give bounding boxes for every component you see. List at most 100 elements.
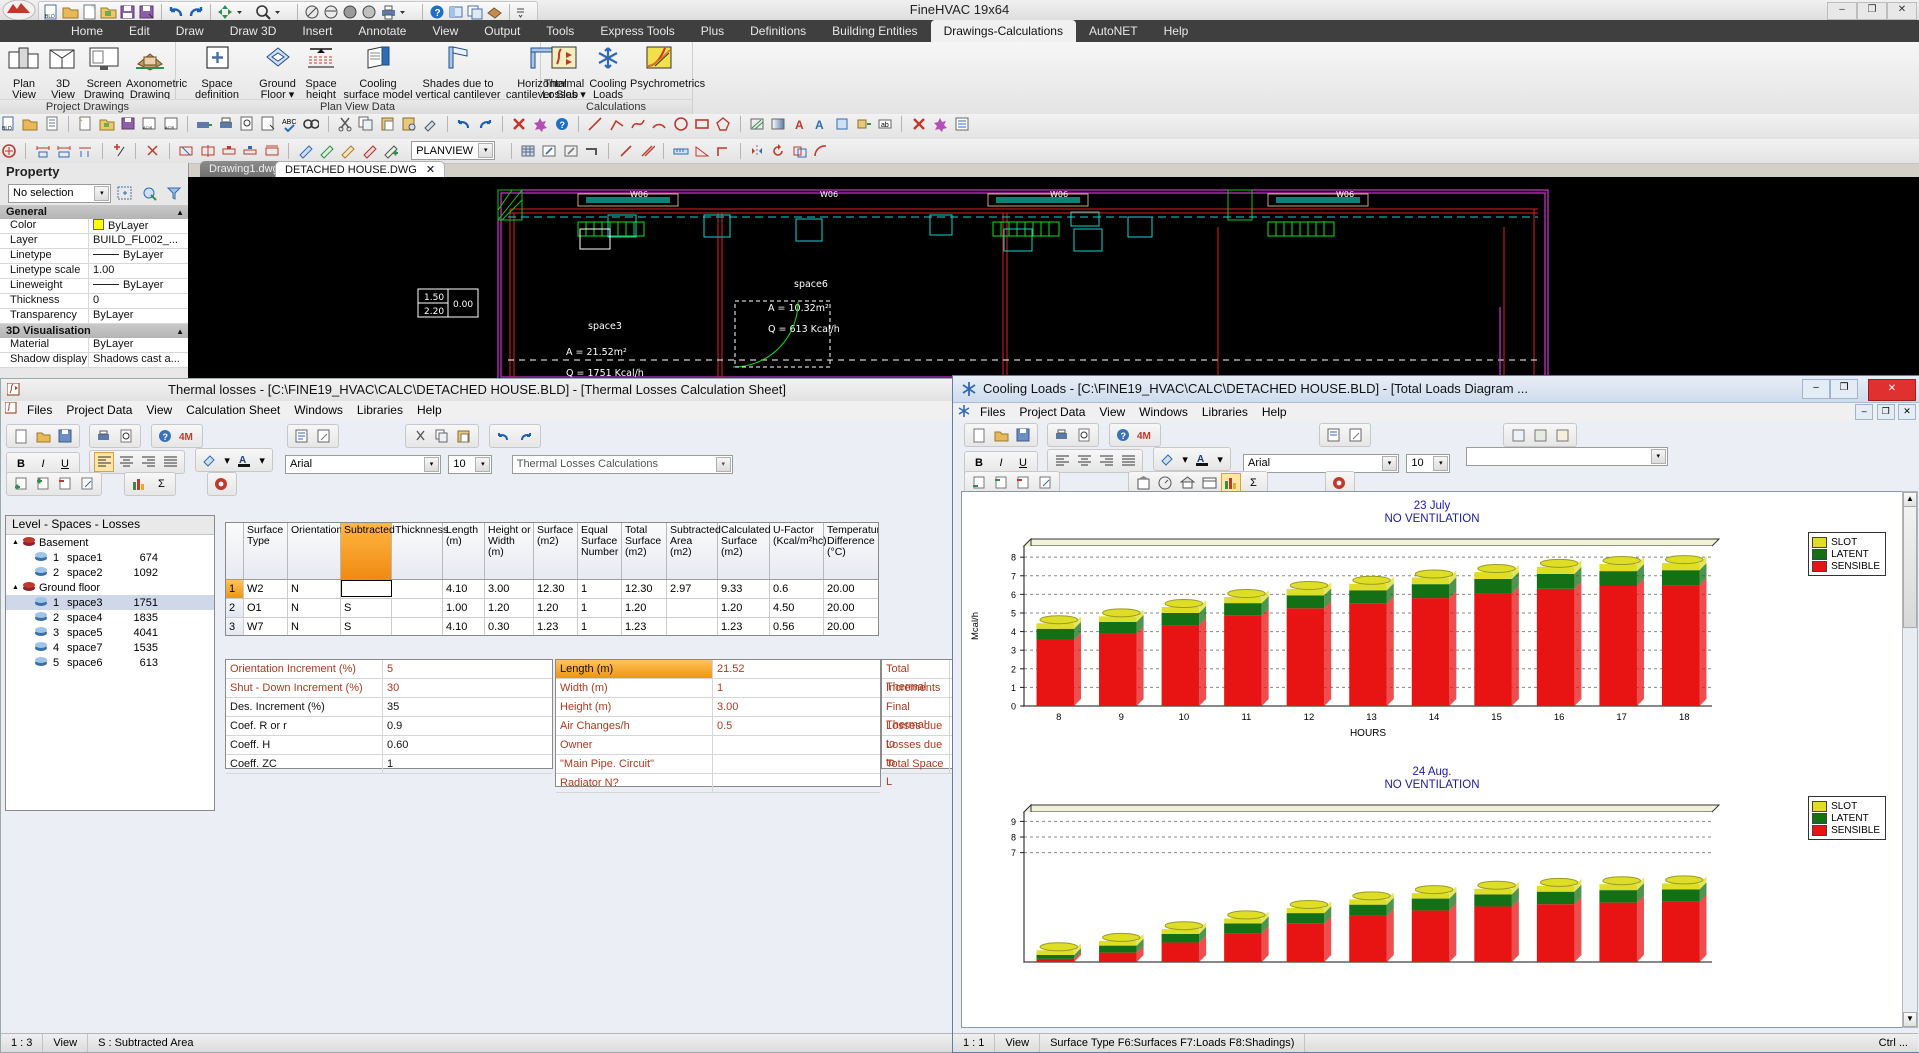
tl-print-preview-icon[interactable] [116,426,136,446]
form-value[interactable] [713,736,880,754]
form-value[interactable]: 35 [383,698,552,716]
ribbon-tab-insert[interactable]: Insert [289,20,345,42]
arc-icon[interactable] [651,116,667,132]
tl-menu-files[interactable]: Files [20,401,59,419]
form-coefficients[interactable]: Orientation Increment (%)5Shut - Down In… [225,659,553,769]
ribbon-tab-home[interactable]: Home [58,20,116,42]
ribbon-tab-output[interactable]: Output [471,20,533,42]
tl-copy-icon[interactable] [432,426,452,446]
opening-dim2-icon[interactable] [242,143,258,159]
tree-body[interactable]: ▲Basement1space16742space21092▲Ground fl… [6,535,214,670]
form-row[interactable]: Owner [556,736,880,755]
chevron-down-icon[interactable]: ▾ [1433,456,1448,471]
angle-icon[interactable] [694,143,710,159]
cl-panel2-icon[interactable] [1530,425,1550,445]
cl-menu-windows[interactable]: Windows [1132,403,1195,421]
shades-due-to-vertical-cantilever-button[interactable]: Shades due to vertical cantilever [414,44,502,101]
add-entity-icon[interactable] [383,143,399,159]
maximize-button[interactable]: ❐ [1857,2,1887,20]
axonometric-drawing-button[interactable]: Axonometric Drawing [126,44,174,101]
font-size-combo[interactable]: 10 ▾ [448,455,492,474]
thermal-losses-menubar[interactable]: Files Project Data View Calculation Shee… [1,401,953,419]
new-drawing-icon[interactable] [77,116,93,132]
grid-cell[interactable]: N [288,599,341,617]
edit-wall2-icon[interactable] [563,143,579,159]
tree-space-space3[interactable]: 1space31751 [6,595,214,610]
cl-edit-row-icon[interactable] [1035,473,1055,493]
tl-menu-libraries[interactable]: Libraries [350,401,410,419]
line-slash-icon[interactable] [618,143,634,159]
property-row[interactable]: LineweightByLayer [0,279,188,294]
text-icon[interactable]: A [792,116,808,132]
grid-cell[interactable]: W2 [244,580,288,598]
selection-combo[interactable]: No selection ▾ [8,184,111,203]
cooling-loads-menubar[interactable]: Files Project Data View Windows Librarie… [953,403,1919,421]
grid-cell[interactable]: 4.10 [443,618,485,636]
grid-cell[interactable]: 20.00 [824,580,879,598]
grid-row-index[interactable]: 3 [226,618,244,636]
mirror-icon[interactable] [749,143,765,159]
tl-edit-sheet-icon[interactable] [314,426,334,446]
ribbon-tab-view[interactable]: View [419,20,471,42]
form-value[interactable]: 1 [713,679,880,697]
property-value[interactable]: BUILD_FL002_... [89,234,188,248]
corner-icon[interactable] [715,143,731,159]
grid-row-index[interactable]: 2 [226,599,244,617]
export-acis-icon[interactable]: ACIS [141,116,157,132]
form-value[interactable]: 3.00 [713,698,880,716]
form-value[interactable]: 0.60 [383,736,552,754]
offset-icon[interactable] [792,143,808,159]
property-row[interactable]: LinetypeByLayer [0,249,188,264]
add-row-icon[interactable] [33,474,53,494]
form-row[interactable]: Losses due to [882,736,954,755]
expand-chevron-icon[interactable]: ▲ [12,584,19,591]
form-row[interactable]: Orientation Increment (%)5 [226,660,552,679]
form-value[interactable]: 21.52 [713,660,880,678]
collapse-chevron-icon[interactable]: ▲ [176,327,184,336]
grid-cell[interactable]: 1.23 [534,618,578,636]
edit-entity3-icon[interactable] [340,143,356,159]
property-value[interactable]: ByLayer [89,279,188,293]
form-row[interactable]: Coef. R or r0.9 [226,717,552,736]
table-row[interactable]: 3W7NS4.100.301.2311.231.230.5620.0013.78 [226,618,878,636]
form-value[interactable]: 0.5 [713,717,880,735]
form-value[interactable]: 0.9 [383,717,552,735]
property-section-3d-visualisation[interactable]: 3D Visualisation▲ [0,324,188,338]
insert-row-icon[interactable] [11,474,31,494]
dim-linear-icon[interactable] [35,143,51,159]
form-row[interactable]: Total Space L [882,755,954,774]
grid-header-row[interactable]: SurfaceTypeOrientationSubtractedThicknne… [226,523,878,580]
import-acis-icon[interactable]: ACIS [163,116,179,132]
property-value[interactable]: ByLayer [89,338,188,352]
cl-save-icon[interactable] [1013,425,1033,445]
grid-cell[interactable]: S [341,618,392,636]
window-dim-icon[interactable] [178,143,194,159]
opening-dim-icon[interactable] [221,143,237,159]
paste-icon[interactable] [380,116,396,132]
ribbon-tab-edit[interactable]: Edit [116,20,163,42]
polyline-icon[interactable] [609,116,625,132]
grid-cell[interactable]: 1.20 [534,599,578,617]
cl-print-preview-icon[interactable] [1074,425,1094,445]
3d-view-button[interactable]: 3D View [44,44,82,101]
grid-col-header[interactable]: EqualSurfaceNumber [578,523,622,579]
cl-toolbar-row-1[interactable]: ? 4M [961,422,1580,444]
ribbon-tab-express-tools[interactable]: Express Tools [587,20,687,42]
cl-extra-combo[interactable]: ▾ [1466,447,1668,466]
grid-cell[interactable]: 3.00 [485,580,534,598]
tl-print-icon[interactable] [94,426,114,446]
cl-sum-icon[interactable]: Σ [1243,473,1263,493]
form-value[interactable]: 5 [383,660,552,678]
grid-col-header[interactable] [226,523,244,579]
print-preview-icon[interactable] [239,116,255,132]
form-row[interactable]: Final Thermal [882,698,954,717]
zoom-extents-icon[interactable] [1,143,17,159]
cad-drawing-area[interactable]: W06 W06 W06 W06 [188,177,1919,378]
copy-icon[interactable] [358,116,374,132]
tree-level-ground-floor[interactable]: ▲Ground floor [6,580,214,595]
property-value[interactable]: ByLayer [89,249,188,263]
grid-col-header[interactable]: Thicknness [392,523,443,579]
scroll-down-arrow[interactable]: ▼ [1903,1012,1917,1027]
space-height-button[interactable]: Space height [300,44,342,101]
cl-target-icon[interactable] [1330,473,1350,493]
